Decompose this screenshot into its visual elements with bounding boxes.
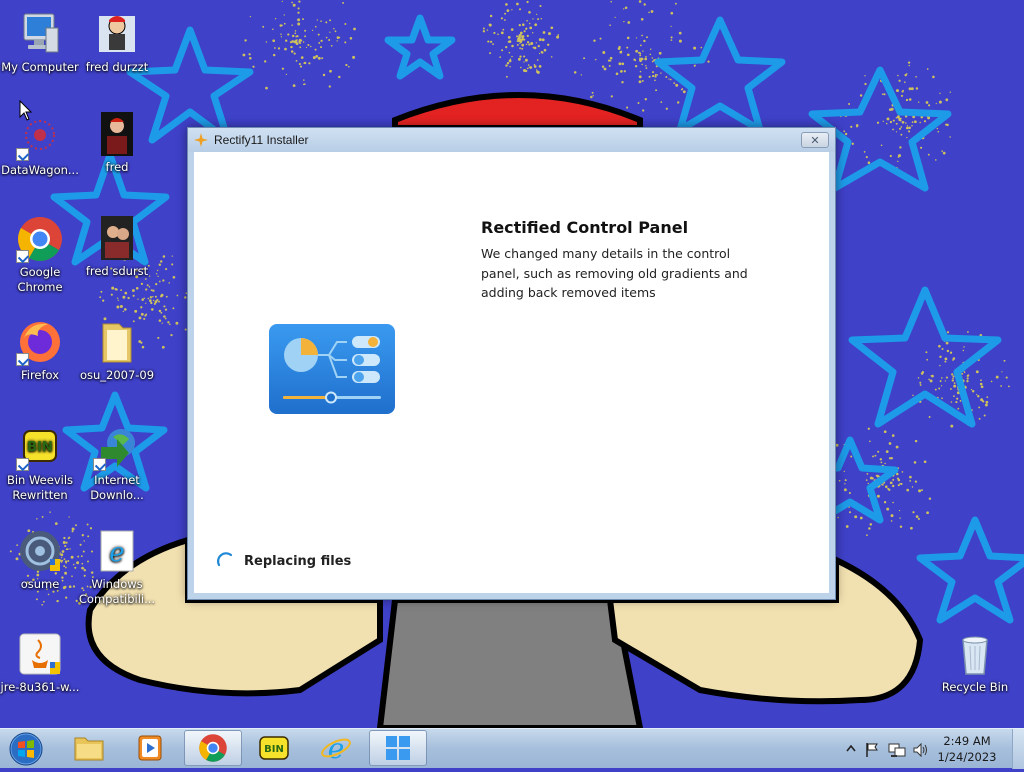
installer-window[interactable]: Rectify11 Installer ✕ Rectified Control … — [187, 127, 836, 600]
clock-date: 1/24/2023 — [937, 750, 997, 764]
desktop-icon-osu-2007-09[interactable]: osu_2007-09 — [77, 318, 157, 383]
close-button[interactable]: ✕ — [801, 132, 829, 148]
taskbar-bin-weevils-button[interactable]: BIN — [245, 730, 303, 766]
feature-title: Rectified Control Panel — [481, 218, 689, 237]
user-picture-icon — [93, 110, 141, 158]
rectify11-app-icon — [194, 133, 208, 147]
installer-content: Rectified Control Panel We changed many … — [194, 152, 829, 593]
desktop-icon-windows-compatibility[interactable]: e Windows Compatibili... — [77, 527, 157, 607]
svg-text:BIN: BIN — [264, 744, 284, 755]
chrome-icon — [16, 215, 64, 263]
media-player-icon — [138, 735, 162, 761]
status-text: Replacing files — [244, 554, 352, 569]
ie-icon: e — [321, 732, 351, 764]
window-title: Rectify11 Installer — [214, 133, 309, 147]
desktop-icon-recycle-bin[interactable]: Recycle Bin — [935, 630, 1015, 695]
desktop-icon-osume[interactable]: osume — [0, 527, 80, 592]
windows-start-icon — [9, 732, 43, 766]
user-picture-icon — [93, 214, 141, 262]
mouse-cursor-icon — [19, 100, 33, 121]
taskbar-explorer-button[interactable] — [60, 730, 118, 766]
desktop-icon-label: Bin Weevils Rewritten — [6, 473, 74, 502]
svg-text:BIN: BIN — [27, 440, 53, 455]
shortcut-arrow-icon — [93, 458, 106, 471]
network-icon[interactable] — [888, 742, 906, 758]
taskbar-chrome-button[interactable] — [184, 730, 242, 766]
shortcut-arrow-icon — [16, 250, 29, 263]
start-button[interactable] — [6, 730, 46, 768]
close-icon: ✕ — [810, 133, 820, 147]
loading-spinner-icon — [217, 552, 233, 567]
show-desktop-button[interactable] — [1012, 729, 1024, 769]
desktop-icon-label: Google Chrome — [17, 265, 63, 294]
folder-icon — [93, 318, 141, 366]
computer-icon — [16, 10, 64, 58]
taskbar: BIN e 2:49 AM 1/24/2023 — [0, 728, 1024, 769]
desktop-icon-label: Internet Downlo... — [90, 473, 144, 502]
rectify11-icon — [386, 736, 410, 760]
firefox-icon — [16, 318, 64, 366]
svg-text:e: e — [328, 732, 345, 764]
taskbar-internet-explorer-button[interactable]: e — [307, 730, 365, 766]
desktop-icon-label: Recycle Bin — [941, 680, 1009, 694]
bin-weevils-icon: BIN — [16, 423, 64, 471]
ie-icon: e — [93, 527, 141, 575]
feature-description: We changed many details in the control p… — [481, 246, 748, 300]
svg-text:e: e — [109, 538, 124, 568]
desktop-icon-label: Windows Compatibili... — [78, 577, 156, 606]
osume-icon — [16, 527, 64, 575]
desktop-icon-label: fred durzzt — [85, 60, 149, 74]
action-center-flag-icon[interactable] — [864, 742, 880, 758]
taskbar-media-player-button[interactable] — [121, 730, 179, 766]
desktop-icon-internet-download-manager[interactable]: Internet Downlo... — [77, 423, 157, 503]
desktop-icon-label: osume — [20, 577, 60, 591]
system-tray: 2:49 AM 1/24/2023 — [834, 729, 1024, 769]
desktop-icon-label: DataWagon... — [1, 163, 79, 177]
desktop-icon-firefox[interactable]: Firefox — [0, 318, 80, 383]
desktop-icon-my-computer[interactable]: My Computer — [0, 10, 80, 75]
window-titlebar[interactable]: Rectify11 Installer — [188, 128, 835, 152]
download-manager-icon — [93, 423, 141, 471]
desktop-icon-datawagon[interactable]: DataWagon... — [0, 113, 80, 178]
desktop-icon-label: fred — [105, 160, 129, 174]
desktop-icon-label: My Computer — [1, 60, 79, 74]
shortcut-arrow-icon — [16, 148, 29, 161]
desktop-icon-jre-installer[interactable]: jre-8u361-w... — [0, 630, 80, 695]
clock[interactable]: 2:49 AM 1/24/2023 — [932, 733, 1002, 765]
desktop-icon-google-chrome[interactable]: Google Chrome — [0, 215, 80, 295]
desktop-icon-label: jre-8u361-w... — [0, 680, 80, 694]
show-hidden-icons-icon[interactable] — [846, 744, 856, 752]
folder-icon — [74, 737, 104, 761]
bin-weevils-icon: BIN — [259, 736, 289, 760]
volume-icon[interactable] — [912, 742, 930, 758]
recycle-bin-icon — [951, 630, 999, 678]
java-icon — [16, 630, 64, 678]
desktop-icon-label: osu_2007-09 — [79, 368, 155, 382]
control-panel-icon — [269, 324, 395, 414]
shortcut-arrow-icon — [16, 458, 29, 471]
desktop-icon-fred-durzzt[interactable]: fred durzzt — [77, 10, 157, 75]
taskbar-rectify11-installer-button[interactable] — [369, 730, 427, 766]
desktop-icon-bin-weevils-rewritten[interactable]: BIN Bin Weevils Rewritten — [0, 423, 80, 503]
desktop-icon-fred-sdurst[interactable]: fred sdurst — [77, 214, 157, 279]
desktop-icon-label: fred sdurst — [85, 264, 149, 278]
clock-time: 2:49 AM — [943, 734, 991, 748]
user-picture-icon — [93, 10, 141, 58]
shortcut-arrow-icon — [16, 353, 29, 366]
desktop-icon-fred[interactable]: fred — [77, 110, 157, 175]
desktop-icon-label: Firefox — [20, 368, 60, 382]
chrome-icon — [199, 734, 227, 762]
